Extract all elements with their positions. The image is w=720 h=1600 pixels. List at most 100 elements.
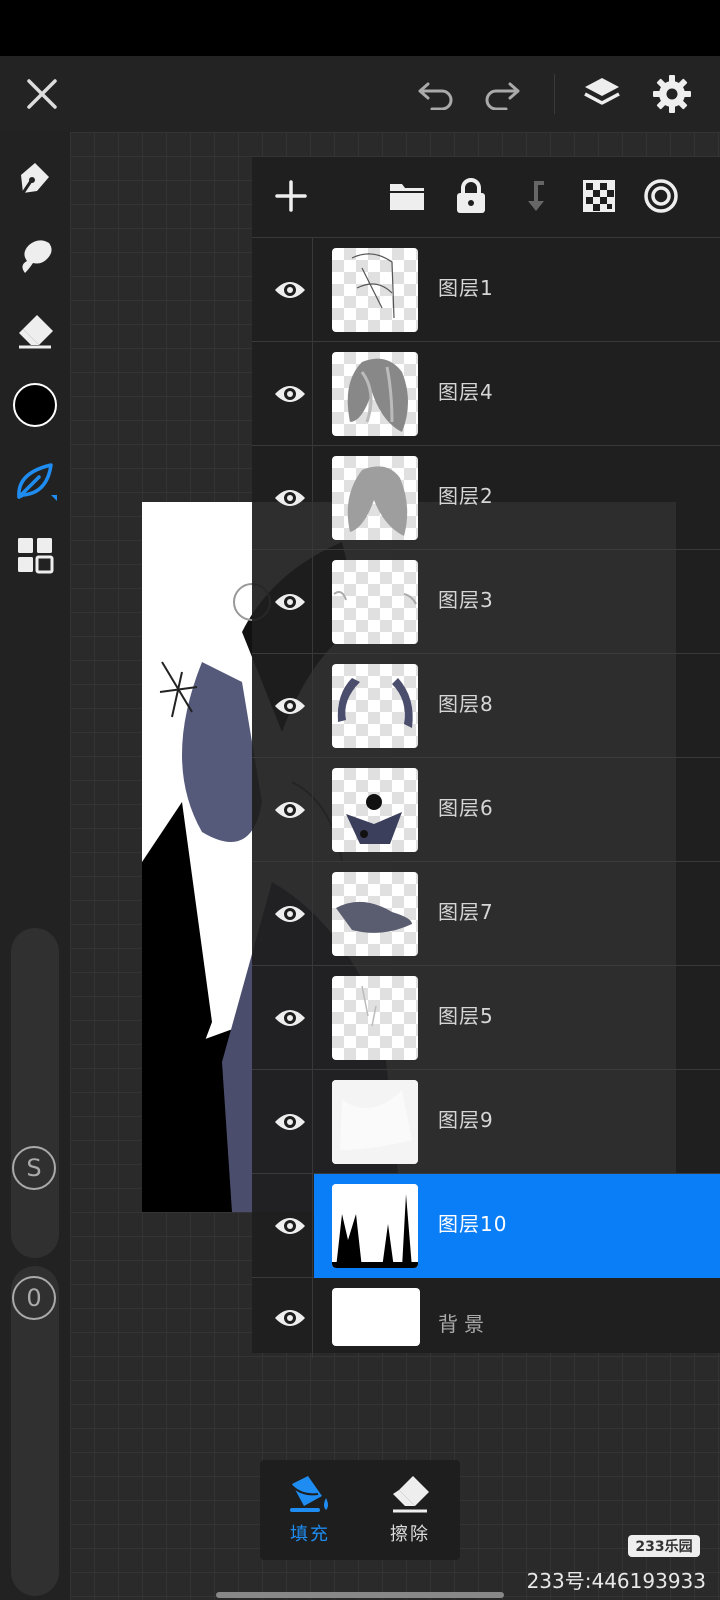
eye-icon <box>275 490 305 506</box>
toolbar-divider <box>554 74 555 114</box>
target-button[interactable] <box>632 167 690 225</box>
layer-visibility-toggle[interactable] <box>260 572 320 632</box>
add-icon <box>275 180 307 212</box>
layer-eye-divider <box>312 238 313 342</box>
pen-icon <box>21 163 49 194</box>
layer-eye-divider <box>312 758 313 862</box>
layer-row[interactable]: 图层4 <box>252 342 720 446</box>
eye-icon <box>275 906 305 922</box>
layer-name: 图层4 <box>438 380 494 404</box>
eraser-tool-button[interactable] <box>8 304 62 358</box>
gear-icon <box>653 75 691 113</box>
redo-icon <box>485 82 520 110</box>
merge-down-icon <box>528 181 544 211</box>
layer-eye-divider <box>312 966 313 1070</box>
layer-row[interactable]: 图层2 <box>252 446 720 550</box>
layer-name: 图层8 <box>438 692 494 716</box>
layer-name: 图层10 <box>438 1212 508 1236</box>
bottom-tool-options: 填充 擦除 <box>260 1460 460 1560</box>
layer-eye-divider <box>312 1070 313 1174</box>
layer-visibility-toggle[interactable] <box>260 468 320 528</box>
folder-button[interactable] <box>378 167 436 225</box>
layer-name: 图层7 <box>438 900 494 924</box>
fill-lasso-icon <box>17 463 57 501</box>
eye-icon <box>275 1010 305 1026</box>
fill-tool-button[interactable] <box>8 454 62 508</box>
layer-thumbnail[interactable] <box>332 1184 418 1268</box>
layer-thumbnail[interactable] <box>332 976 418 1060</box>
size-label: S <box>26 1154 42 1182</box>
layer-row[interactable]: 图层8 <box>252 654 720 758</box>
layer-eye-divider <box>312 862 313 966</box>
layer-thumbnail[interactable] <box>332 768 418 852</box>
opacity-slider-knob[interactable]: 0 <box>12 1276 56 1320</box>
layer-visibility-toggle[interactable] <box>260 1196 320 1256</box>
watermark-badge: 233乐园 <box>628 1535 700 1557</box>
merge-down-button[interactable] <box>506 167 564 225</box>
layer-row[interactable]: 图层6 <box>252 758 720 862</box>
layer-thumbnail[interactable] <box>332 872 418 956</box>
eye-icon <box>275 1310 305 1326</box>
layer-visibility-toggle[interactable] <box>260 364 320 424</box>
layer-row[interactable]: 图层10 <box>252 1174 720 1278</box>
brush-tool-button[interactable] <box>8 152 62 206</box>
transparency-icon <box>583 180 615 212</box>
settings-button[interactable] <box>642 56 702 132</box>
eraser-icon <box>19 315 53 349</box>
size-slider-knob[interactable]: S <box>12 1146 56 1190</box>
layer-visibility-toggle[interactable] <box>260 260 320 320</box>
layer-thumbnail[interactable] <box>332 352 418 436</box>
layer-visibility-toggle[interactable] <box>260 780 320 840</box>
eye-icon <box>275 1218 305 1234</box>
layer-row[interactable]: 图层9 <box>252 1070 720 1174</box>
layer-visibility-toggle[interactable] <box>260 1092 320 1152</box>
folder-icon <box>390 184 424 210</box>
eye-icon <box>275 594 305 610</box>
layer-thumbnail[interactable] <box>332 248 418 332</box>
layer-visibility-toggle[interactable] <box>260 988 320 1048</box>
layer-thumbnail[interactable] <box>332 1080 418 1164</box>
layer-name: 图层1 <box>438 276 494 300</box>
top-toolbar <box>0 56 720 132</box>
layer-row[interactable]: 图层7 <box>252 862 720 966</box>
fill-mode-button[interactable]: 填充 <box>260 1460 360 1560</box>
home-indicator[interactable] <box>216 1592 504 1598</box>
layer-thumbnail[interactable] <box>332 1288 420 1346</box>
target-icon <box>644 179 678 213</box>
eraser-icon <box>393 1476 429 1513</box>
layer-eye-divider <box>312 1174 313 1278</box>
lock-button[interactable] <box>442 167 500 225</box>
layer-row[interactable]: 图层1 <box>252 238 720 342</box>
layer-eye-divider <box>312 446 313 550</box>
grid-icon <box>18 538 54 574</box>
layer-thumbnail[interactable] <box>332 664 418 748</box>
erase-mode-button[interactable]: 擦除 <box>360 1460 460 1560</box>
layer-row[interactable]: 图层3 <box>252 550 720 654</box>
layers-button[interactable] <box>572 56 632 132</box>
size-slider[interactable]: S <box>11 928 59 1258</box>
opacity-slider[interactable]: 0 <box>11 1266 59 1596</box>
fill-mode-label: 填充 <box>290 1524 330 1545</box>
erase-mode-label: 擦除 <box>390 1524 430 1545</box>
layer-visibility-toggle[interactable] <box>260 1288 320 1348</box>
transparency-button[interactable] <box>570 167 628 225</box>
layer-name: 图层9 <box>438 1108 494 1132</box>
smudge-tool-button[interactable] <box>8 228 62 282</box>
layer-name: 图层5 <box>438 1004 494 1028</box>
layer-visibility-toggle[interactable] <box>260 884 320 944</box>
layer-row[interactable]: 背景 <box>252 1278 720 1358</box>
add-layer-button[interactable] <box>262 167 320 225</box>
redo-button[interactable] <box>472 56 532 132</box>
layer-thumbnail[interactable] <box>332 456 418 540</box>
layer-eye-divider <box>312 654 313 758</box>
lock-icon <box>457 178 485 213</box>
layer-thumbnail[interactable] <box>332 560 418 644</box>
color-swatch-button[interactable] <box>8 378 62 432</box>
eye-icon <box>275 698 305 714</box>
layer-visibility-toggle[interactable] <box>260 676 320 736</box>
layer-row[interactable]: 图层5 <box>252 966 720 1070</box>
layer-name: 图层2 <box>438 484 494 508</box>
undo-button[interactable] <box>406 56 466 132</box>
close-button[interactable] <box>12 56 72 132</box>
grid-tool-button[interactable] <box>8 528 62 582</box>
